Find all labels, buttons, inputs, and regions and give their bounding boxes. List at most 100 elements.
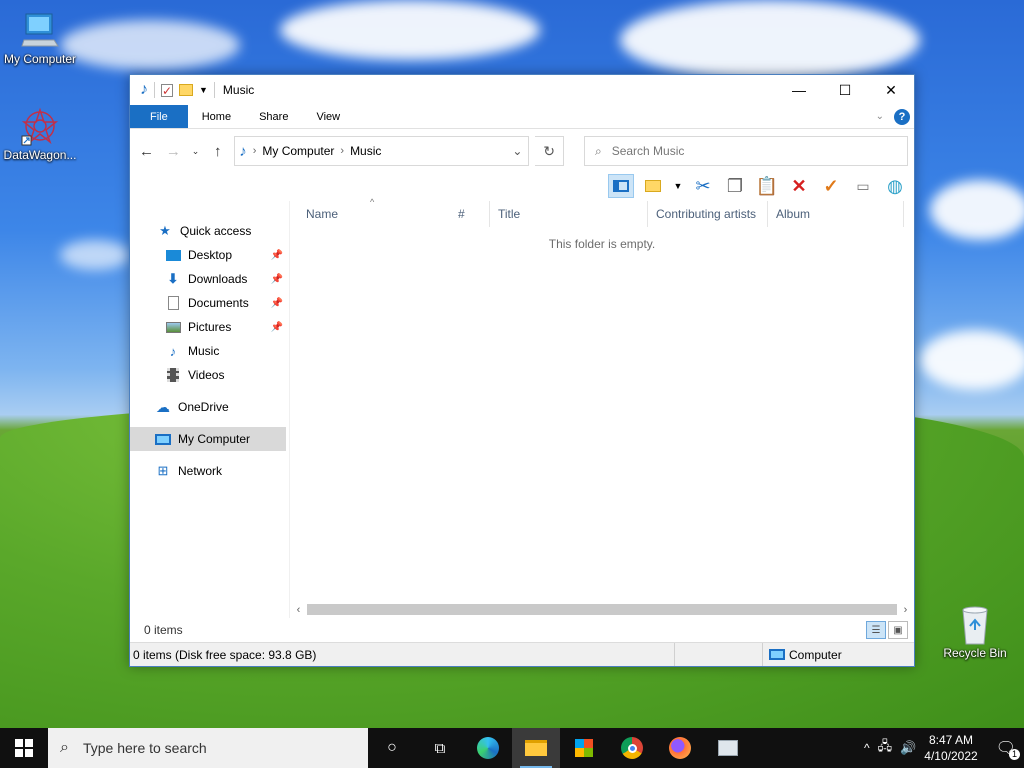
- minimize-button[interactable]: —: [776, 75, 822, 105]
- chevron-right-icon[interactable]: ›: [340, 145, 344, 157]
- breadcrumb-my-computer[interactable]: My Computer: [262, 144, 334, 158]
- close-button[interactable]: ✕: [868, 75, 914, 105]
- rename-icon[interactable]: ▭: [850, 174, 876, 198]
- nav-item-label: Downloads: [188, 272, 248, 286]
- details-view-icon[interactable]: ☰: [866, 621, 886, 639]
- download-arrow-icon: ⬇: [167, 271, 179, 286]
- navigation-bar: ← → ⌄ ↑ ♪ › My Computer › Music ⌄ ↻ ⌕ Se…: [130, 129, 914, 173]
- chevron-up-icon[interactable]: ^: [864, 741, 870, 755]
- network-icon[interactable]: 🖧: [878, 737, 893, 759]
- pin-icon[interactable]: 📌: [271, 298, 283, 309]
- new-folder-icon[interactable]: [179, 84, 193, 96]
- chevron-right-icon[interactable]: ›: [253, 145, 257, 157]
- refresh-button[interactable]: ↻: [535, 136, 564, 166]
- recycle-bin-icon: [955, 604, 995, 645]
- title-bar[interactable]: ♪ ✓ ▼ Music — ☐ ✕: [130, 75, 914, 105]
- notification-count: 1: [1009, 749, 1020, 760]
- help-icon[interactable]: ?: [894, 108, 910, 125]
- horizontal-scrollbar[interactable]: ‹ ›: [290, 601, 914, 618]
- forward-arrow-icon[interactable]: →: [163, 143, 184, 160]
- nav-item-videos[interactable]: Videos: [130, 363, 289, 387]
- item-count: 0 items: [144, 623, 183, 637]
- breadcrumb-music[interactable]: Music: [350, 144, 381, 158]
- scroll-right-icon[interactable]: ›: [897, 604, 914, 616]
- separator: [213, 82, 215, 98]
- firefox-icon[interactable]: [656, 728, 704, 768]
- scroll-left-icon[interactable]: ‹: [290, 604, 307, 616]
- clock[interactable]: 8:47 AM 4/10/2022: [924, 732, 977, 764]
- address-bar[interactable]: ♪ › My Computer › Music ⌄: [234, 136, 530, 166]
- nav-item-label: Documents: [188, 296, 249, 310]
- music-note-icon: ♪: [239, 142, 247, 160]
- address-dropdown-icon[interactable]: ⌄: [506, 144, 528, 158]
- disk-space-info: 0 items (Disk free space: 93.8 GB): [130, 643, 675, 666]
- computer-icon: [20, 10, 60, 50]
- tab-file[interactable]: File: [130, 105, 188, 128]
- nav-item-label: Videos: [188, 368, 225, 382]
- chrome-icon[interactable]: [608, 728, 656, 768]
- scrollbar-track[interactable]: [307, 604, 897, 615]
- back-arrow-icon[interactable]: ←: [136, 143, 157, 160]
- computer-icon: [769, 649, 785, 660]
- nav-item-desktop[interactable]: Desktop 📌: [130, 243, 289, 267]
- nav-item-music[interactable]: ♪ Music: [130, 339, 289, 363]
- up-arrow-icon[interactable]: ↑: [207, 143, 228, 160]
- column-header-contributing-artists[interactable]: Contributing artists: [648, 200, 768, 227]
- column-header-title[interactable]: Title: [490, 200, 648, 227]
- windows-logo-icon: [15, 739, 33, 757]
- cut-icon[interactable]: ✂: [690, 174, 716, 198]
- paste-icon[interactable]: 📋: [754, 174, 780, 198]
- large-icons-view-icon[interactable]: ▣: [888, 621, 908, 639]
- column-header-album[interactable]: Album: [768, 200, 904, 227]
- search-icon: ⌕: [60, 739, 69, 756]
- clock-date: 4/10/2022: [924, 749, 978, 763]
- settings-app-icon[interactable]: [704, 728, 752, 768]
- desktop-icon-recycle-bin[interactable]: Recycle Bin: [935, 604, 1015, 660]
- taskbar-search-box[interactable]: ⌕ Type here to search: [48, 728, 368, 768]
- task-view-icon[interactable]: ⧉: [416, 728, 464, 768]
- pin-icon[interactable]: 📌: [271, 274, 283, 285]
- desktop-icon-datawagon[interactable]: DataWagon...: [0, 106, 80, 162]
- properties-icon[interactable]: ✓: [161, 83, 173, 97]
- delete-icon[interactable]: ✕: [786, 174, 812, 198]
- column-header-number[interactable]: #: [450, 200, 490, 227]
- file-list-pane[interactable]: Name # Title Contributing artists Album …: [290, 197, 914, 618]
- start-button[interactable]: [0, 728, 48, 768]
- search-input[interactable]: ⌕ Search Music: [583, 136, 908, 166]
- notification-icon[interactable]: 🗨 1: [996, 738, 1020, 760]
- nav-item-quick-access[interactable]: ★ Quick access: [130, 219, 289, 243]
- scrollbar-thumb[interactable]: [307, 604, 897, 615]
- store-icon[interactable]: [560, 728, 608, 768]
- copy-icon[interactable]: ❐: [722, 174, 748, 198]
- file-explorer-icon[interactable]: [512, 728, 560, 768]
- star-icon: ★: [159, 223, 171, 238]
- tab-home[interactable]: Home: [188, 105, 245, 128]
- nav-item-onedrive[interactable]: ☁ OneDrive: [130, 395, 289, 419]
- edge-browser-icon[interactable]: [464, 728, 512, 768]
- nav-item-downloads[interactable]: ⬇ Downloads 📌: [130, 267, 289, 291]
- nav-item-label: Quick access: [180, 224, 252, 238]
- nav-item-my-computer[interactable]: My Computer: [130, 427, 286, 451]
- taskbar-search-placeholder: Type here to search: [82, 740, 207, 756]
- nav-item-network[interactable]: ⊞ Network: [130, 459, 289, 483]
- pin-icon[interactable]: 📌: [271, 250, 283, 261]
- folder-options-icon[interactable]: [640, 174, 666, 198]
- checkmark-icon[interactable]: ✓: [818, 174, 844, 198]
- nav-item-documents[interactable]: Documents 📌: [130, 291, 289, 315]
- tab-share[interactable]: Share: [245, 105, 302, 128]
- music-note-icon: ♪: [140, 81, 148, 98]
- expand-ribbon-icon[interactable]: ⌄: [876, 111, 884, 122]
- recent-locations-dropdown-icon[interactable]: ⌄: [190, 146, 201, 157]
- nav-item-pictures[interactable]: Pictures 📌: [130, 315, 289, 339]
- maximize-button[interactable]: ☐: [822, 75, 868, 105]
- tab-view[interactable]: View: [302, 105, 354, 128]
- volume-icon[interactable]: 🔊: [900, 740, 916, 756]
- globe-icon[interactable]: ◍: [882, 174, 908, 198]
- dropdown-icon[interactable]: ▼: [672, 174, 684, 198]
- navigation-pane-toggle-icon[interactable]: [608, 174, 634, 198]
- desktop-icon-my-computer[interactable]: My Computer: [0, 10, 80, 66]
- customize-qa-dropdown-icon[interactable]: ▼: [199, 85, 208, 95]
- cortana-icon[interactable]: ○: [368, 728, 416, 768]
- navigation-pane: ★ Quick access Desktop 📌 ⬇ Downloads 📌 D…: [130, 201, 290, 618]
- pin-icon[interactable]: 📌: [271, 322, 283, 333]
